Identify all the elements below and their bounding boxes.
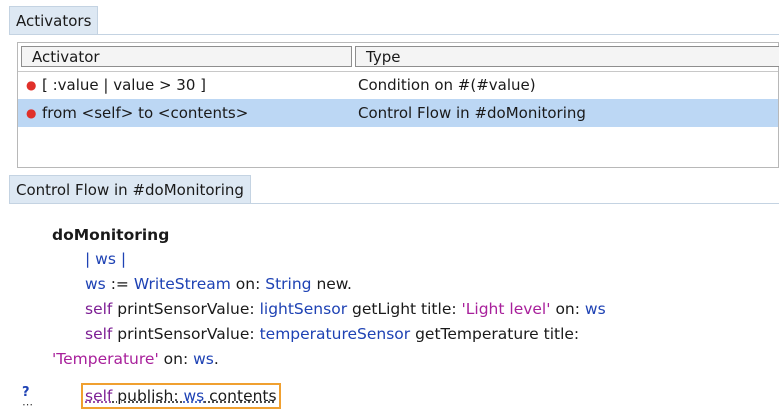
method-name: doMonitoring <box>52 226 170 244</box>
code-selector: publish: <box>112 387 184 405</box>
activator-cell: from <self> to <contents> <box>42 104 249 122</box>
code-keyword: self <box>85 325 113 343</box>
code-class: String <box>265 275 312 293</box>
code-line: ws := WriteStream on: String new. <box>85 272 352 297</box>
type-cell: Control Flow in #doMonitoring <box>358 104 586 122</box>
code-assign: := <box>105 275 134 293</box>
tab-divider <box>9 34 779 35</box>
activator-cell: [ :value | value > 30 ] <box>42 76 207 94</box>
table-row[interactable]: ● [ :value | value > 30 ] Condition on #… <box>18 71 778 99</box>
code-keyword: self <box>85 300 113 318</box>
code-line: self printSensorValue: lightSensor getLi… <box>85 297 606 322</box>
tab-control-flow[interactable]: Control Flow in #doMonitoring <box>9 175 251 204</box>
type-cell: Condition on #(#value) <box>358 76 536 94</box>
code-class: WriteStream <box>133 275 231 293</box>
activators-table: Activator Type ● [ :value | value > 30 ]… <box>17 42 779 168</box>
code-message: new. <box>311 275 352 293</box>
code-var: lightSensor <box>259 300 348 318</box>
code-message: contents <box>204 387 277 405</box>
bullet-icon: ● <box>26 78 37 92</box>
tab-divider <box>9 203 779 204</box>
code-selector: on: <box>230 275 266 293</box>
code-message: getLight title: <box>347 300 462 318</box>
code-period: . <box>213 350 219 368</box>
column-header-activator[interactable]: Activator <box>21 46 352 67</box>
code-var: temperatureSensor <box>259 325 411 343</box>
temp-var: ws <box>95 250 116 268</box>
bullet-icon: ● <box>26 106 37 120</box>
table-header: Activator Type <box>18 43 779 72</box>
code-line: self printSensorValue: temperatureSensor… <box>85 322 579 347</box>
code-selector: on: <box>550 300 585 318</box>
table-row-selected[interactable]: ● from <self> to <contents> Control Flow… <box>18 99 778 127</box>
code-selector: printSensorValue: <box>112 325 260 343</box>
gutter-more-icon[interactable]: ⋯ <box>22 399 33 410</box>
code-var: ws <box>584 300 606 318</box>
code-line-temps: | ws | <box>85 247 126 272</box>
code-var: ws <box>193 350 214 368</box>
column-header-type[interactable]: Type <box>355 46 779 67</box>
tab-activators-label: Activators <box>16 12 92 30</box>
code-keyword: self <box>85 387 113 405</box>
code-message: getTemperature title: <box>410 325 580 343</box>
current-statement-highlight[interactable]: self publish: ws contents <box>81 383 281 409</box>
column-header-activator-label: Activator <box>32 48 100 66</box>
code-string: 'Temperature' <box>52 350 159 368</box>
code-editor[interactable]: doMonitoring | ws | ws := WriteStream on… <box>0 210 779 414</box>
code-var: ws <box>183 387 205 405</box>
code-line: 'Temperature' on: ws. <box>52 347 219 372</box>
column-header-type-label: Type <box>366 48 401 66</box>
code-var: ws <box>85 275 106 293</box>
temps-bar: | <box>85 250 96 268</box>
code-selector: on: <box>158 350 194 368</box>
tab-activators[interactable]: Activators <box>9 6 99 35</box>
temps-bar: | <box>115 250 127 268</box>
code-selector: printSensorValue: <box>112 300 260 318</box>
code-string: 'Light level' <box>461 300 551 318</box>
tab-control-flow-label: Control Flow in #doMonitoring <box>16 181 244 199</box>
